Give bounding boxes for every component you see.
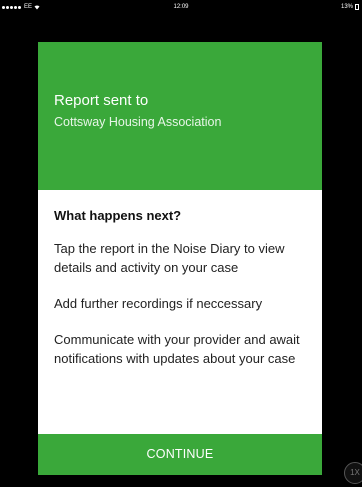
- continue-button[interactable]: CONTINUE: [38, 434, 322, 475]
- step-text: Tap the report in the Noise Diary to vie…: [54, 241, 285, 275]
- report-sent-modal: Report sent to Cottsway Housing Associat…: [38, 42, 322, 475]
- next-steps-heading: What happens next?: [54, 208, 182, 223]
- modal-body: What happens next? Tap the report in the…: [38, 190, 322, 434]
- status-right: 13%: [341, 4, 359, 10]
- step-text: Add further recordings if neccessary: [54, 296, 263, 311]
- modal-header: Report sent to Cottsway Housing Associat…: [38, 42, 322, 190]
- recipient-name: Cottsway Housing Association: [54, 115, 222, 129]
- zoom-badge[interactable]: 1X: [344, 462, 362, 484]
- battery-percent: 13%: [340, 4, 353, 10]
- status-bar: EE 12:09 13%: [0, 0, 362, 14]
- status-time: 12:09: [173, 4, 189, 10]
- step-text: Communicate with your provider and await…: [54, 332, 300, 366]
- modal-title: Report sent to: [54, 92, 149, 109]
- battery-icon: [355, 4, 359, 10]
